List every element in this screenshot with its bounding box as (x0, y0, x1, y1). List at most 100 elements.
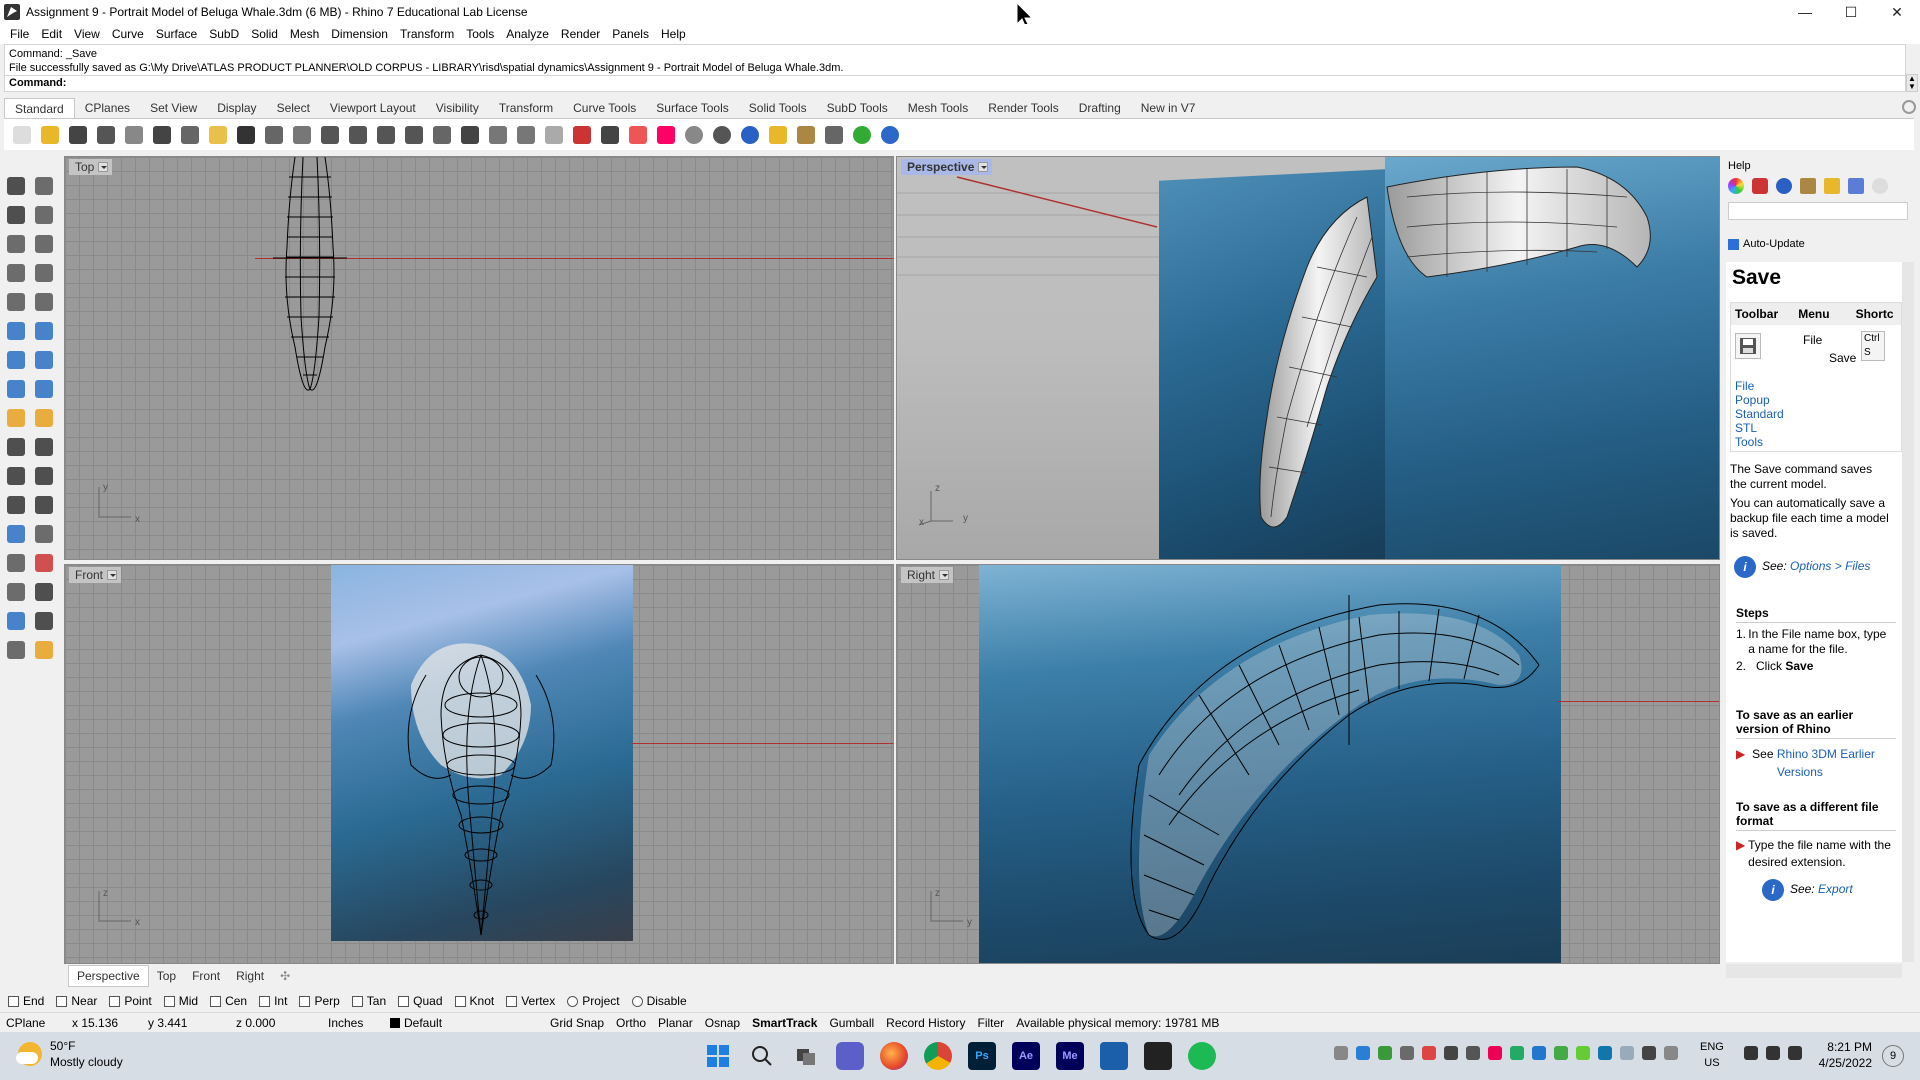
box-icon[interactable] (4, 348, 28, 372)
toolbar-settings-gear-icon[interactable] (1902, 100, 1916, 114)
zoom-extents-icon[interactable] (374, 123, 398, 147)
polyline-icon[interactable] (4, 203, 28, 227)
grid-array-icon[interactable] (4, 580, 28, 604)
link-file[interactable]: File (1735, 379, 1784, 393)
open-icon[interactable] (38, 123, 62, 147)
viewport-right[interactable]: Right z y (896, 564, 1720, 964)
osnap-vertex[interactable]: Vertex (506, 994, 555, 1008)
vptab-front[interactable]: Front (184, 966, 228, 986)
tray-app-icon-8[interactable] (1510, 1046, 1524, 1060)
settings-icon[interactable] (794, 123, 818, 147)
tray-app-icon-7[interactable] (1488, 1046, 1502, 1060)
analyze-icon[interactable] (32, 551, 56, 575)
import-icon[interactable] (122, 123, 146, 147)
status-smarttrack[interactable]: SmartTrack (746, 1013, 823, 1033)
osnap-checkbox[interactable] (631, 995, 643, 1007)
osnap-end[interactable]: End (8, 994, 44, 1008)
battery-icon[interactable] (1788, 1046, 1802, 1060)
wifi-icon[interactable] (1744, 1046, 1758, 1060)
menu-panels[interactable]: Panels (606, 24, 655, 44)
select-arrow-icon[interactable] (4, 174, 28, 198)
status-record-history[interactable]: Record History (880, 1013, 971, 1033)
tab-curve-tools[interactable]: Curve Tools (563, 98, 646, 118)
undo-icon[interactable] (234, 123, 258, 147)
color-icon[interactable] (654, 123, 678, 147)
media-encoder-icon[interactable]: Me (1056, 1042, 1084, 1070)
rhino-icon[interactable] (1144, 1042, 1172, 1070)
tab-render-tools[interactable]: Render Tools (978, 98, 1069, 118)
copy-icon[interactable] (178, 123, 202, 147)
maximize-button[interactable]: ☐ (1828, 0, 1874, 24)
menu-help[interactable]: Help (655, 24, 692, 44)
new-icon[interactable] (10, 123, 34, 147)
panel-options-icon[interactable] (1872, 178, 1888, 194)
menu-subd[interactable]: SubD (203, 24, 245, 44)
viewport-menu-dropdown-icon[interactable] (939, 570, 950, 580)
tab-mesh-tools[interactable]: Mesh Tools (898, 98, 978, 118)
save-icon[interactable] (66, 123, 90, 147)
layer-icon[interactable] (626, 123, 650, 147)
vptab-top[interactable]: Top (149, 966, 184, 986)
after-effects-icon[interactable]: Ae (1012, 1042, 1040, 1070)
zoom-window-icon[interactable] (346, 123, 370, 147)
link-options-files[interactable]: Options > Files (1790, 559, 1870, 573)
trim-icon[interactable] (32, 406, 56, 430)
volume-icon[interactable] (1766, 1046, 1780, 1060)
vptab-right[interactable]: Right (228, 966, 272, 986)
tray-app-icon-9[interactable] (1554, 1046, 1568, 1060)
osnap-checkbox[interactable] (506, 995, 518, 1007)
osnap-checkbox[interactable] (454, 995, 466, 1007)
tray-app-icon-11[interactable] (1598, 1046, 1612, 1060)
tab-transform[interactable]: Transform (489, 98, 563, 118)
point-icon[interactable] (32, 174, 56, 198)
tab-cplanes[interactable]: CPlanes (75, 98, 140, 118)
osnap-mid[interactable]: Mid (163, 994, 198, 1008)
rotate-view-icon[interactable] (430, 123, 454, 147)
osnap-quad[interactable]: Quad (398, 994, 443, 1008)
link-rhino-3dm-earlier[interactable]: Rhino 3DM Earlier Versions (1777, 745, 1896, 781)
tab-set-view[interactable]: Set View (140, 98, 207, 118)
shaded-icon[interactable] (682, 123, 706, 147)
tab-surface-tools[interactable]: Surface Tools (646, 98, 739, 118)
viewport-menu-dropdown-icon[interactable] (98, 162, 109, 172)
materials-icon[interactable] (1776, 178, 1792, 194)
photos-icon[interactable] (1100, 1042, 1128, 1070)
link-standard[interactable]: Standard (1735, 407, 1784, 421)
viewport-title-perspective[interactable]: Perspective (901, 159, 993, 175)
viewport-perspective[interactable]: Perspective z x y (896, 156, 1720, 560)
osnap-near[interactable]: Near (56, 994, 97, 1008)
text-icon[interactable] (4, 522, 28, 546)
auto-update-toggle[interactable]: Auto-Update (1728, 238, 1805, 250)
transform-icon[interactable] (4, 609, 28, 633)
menu-mesh[interactable]: Mesh (284, 24, 325, 44)
tray-app-icon-3[interactable] (1400, 1046, 1414, 1060)
status-layer[interactable]: Default (384, 1013, 544, 1033)
help-search-input[interactable] (1728, 202, 1908, 220)
viewport-menu-dropdown-icon[interactable] (978, 162, 989, 172)
command-line[interactable]: Command: (5, 75, 1905, 91)
rhino-app-icon[interactable] (4, 4, 20, 20)
tray-app-icon-2[interactable] (1378, 1046, 1392, 1060)
join-icon[interactable] (32, 435, 56, 459)
layers-icon[interactable] (1752, 178, 1768, 194)
four-views-icon[interactable] (458, 123, 482, 147)
command-scroll-arrows[interactable]: ▲ ▼ (1906, 74, 1918, 92)
osnap-tan[interactable]: Tan (351, 994, 386, 1008)
close-button[interactable]: ✕ (1874, 0, 1920, 24)
auto-update-checkbox[interactable] (1728, 238, 1739, 250)
ghost-icon[interactable] (542, 123, 566, 147)
osnap-checkbox[interactable] (351, 995, 363, 1007)
material-icon[interactable] (738, 123, 762, 147)
circle-icon[interactable] (4, 232, 28, 256)
osnap-cen[interactable]: Cen (210, 994, 247, 1008)
folder-icon[interactable] (1824, 178, 1840, 194)
taskbar-clock[interactable]: 8:21 PM 4/25/2022 (1819, 1039, 1872, 1071)
weather-widget[interactable]: 50°F Mostly cloudy (16, 1038, 123, 1070)
cplane-icon[interactable] (486, 123, 510, 147)
chat-icon[interactable] (836, 1042, 864, 1070)
windows-start-icon[interactable] (704, 1042, 732, 1070)
menu-surface[interactable]: Surface (150, 24, 203, 44)
osnap-checkbox[interactable] (398, 995, 410, 1007)
osnap-checkbox[interactable] (210, 995, 222, 1007)
boolean-icon[interactable] (32, 348, 56, 372)
